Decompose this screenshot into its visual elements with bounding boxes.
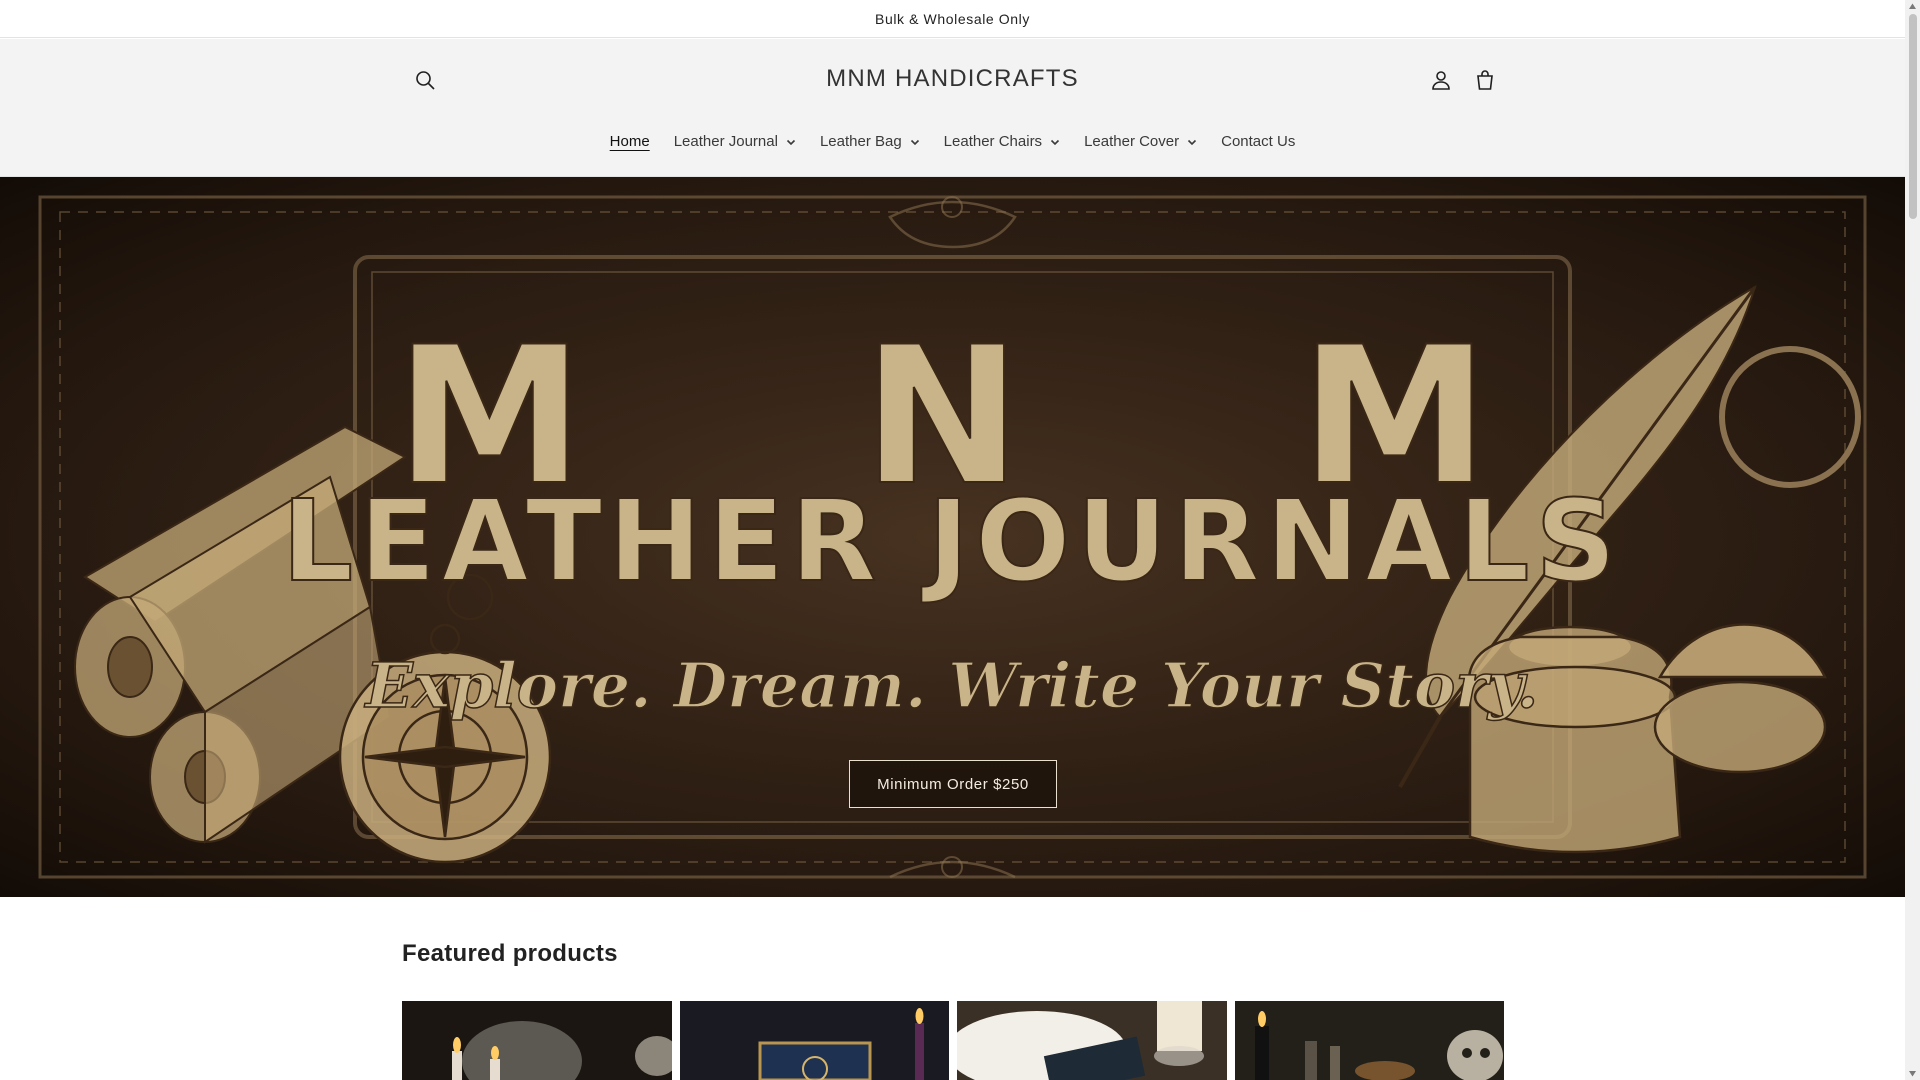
nav-item-home[interactable]: Home [598,125,662,158]
scrollbar-thumb[interactable] [1909,14,1917,219]
site-logo[interactable]: MNM HANDICRAFTS [826,65,1079,92]
nav-item-leather-journal[interactable]: Leather Journal [662,125,808,158]
product-card[interactable] [679,1001,949,1080]
product-card[interactable] [957,1001,1227,1080]
site-header: MNM HANDICRAFTS Home Leather Journal Lea… [0,39,1905,177]
chevron-down-icon [1050,137,1060,147]
nav-item-contact-us[interactable]: Contact Us [1209,125,1307,158]
featured-products-grid [402,1001,1504,1080]
nav-item-leather-cover[interactable]: Leather Cover [1072,125,1209,158]
product-image [402,1001,672,1080]
hero-banner: M N M LEATHER JOURNALS Explore. Dream. W… [0,177,1905,897]
chevron-down-icon [1187,137,1197,147]
account-icon [1432,71,1450,90]
product-card[interactable] [402,1001,672,1080]
nav-item-label: Leather Chairs [943,133,1043,150]
cart-button[interactable] [1465,60,1505,100]
chevron-down-icon [786,137,796,147]
banner-heading: M N M LEATHER JOURNALS [281,305,1622,608]
banner-tagline: Explore. Dream. Write Your Story. [364,649,1539,722]
announcement-bar: Bulk & Wholesale Only [0,0,1905,38]
nav-item-label: Home [609,133,650,150]
site-logo-wrap: MNM HANDICRAFTS [0,65,1905,93]
nav-item-leather-bag[interactable]: Leather Bag [808,125,932,158]
nav-item-label: Leather Cover [1084,133,1180,150]
nav-item-label: Contact Us [1221,133,1296,150]
product-image [679,1001,949,1080]
minimum-order-button[interactable]: Minimum Order $250 [849,760,1057,808]
scroll-down-arrow-icon[interactable] [1908,1069,1917,1078]
product-image [1234,1001,1504,1080]
product-image [957,1001,1227,1080]
page-scrollbar[interactable] [1905,0,1920,1080]
featured-products-heading: Featured products [402,940,618,967]
chevron-down-icon [910,137,920,147]
nav-item-label: Leather Journal [673,133,778,150]
nav-item-label: Leather Bag [819,133,902,150]
cart-icon [1477,70,1493,90]
account-button[interactable] [1421,60,1461,100]
search-icon [416,71,435,90]
search-button[interactable] [405,60,445,100]
main-nav: Home Leather Journal Leather Bag Leather… [0,125,1905,158]
announcement-text: Bulk & Wholesale Only [875,10,1030,27]
banner-line-2: LEATHER JOURNALS [282,477,1622,607]
scroll-up-arrow-icon[interactable] [1908,2,1917,11]
product-card[interactable] [1234,1001,1504,1080]
nav-item-leather-chairs[interactable]: Leather Chairs [932,125,1072,158]
